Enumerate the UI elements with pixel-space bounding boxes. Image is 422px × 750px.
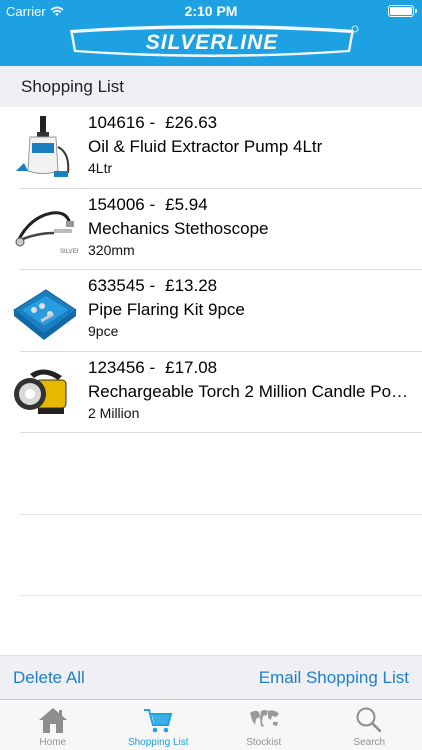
delete-all-button[interactable]: Delete All (13, 668, 85, 688)
item-detail: 2 Million (88, 404, 140, 421)
empty-row (0, 515, 422, 596)
list-item[interactable]: SILVERLINE 154006 - £5.94 Mechanics Steth… (0, 189, 422, 270)
item-code: 633545 - (88, 276, 156, 295)
tab-shopping-list[interactable]: Shopping List (106, 700, 212, 750)
item-detail: 9pce (88, 323, 119, 339)
silverline-logo: SILVERLINE (70, 25, 359, 57)
item-price: £26.63 (165, 113, 218, 132)
empty-row (0, 433, 422, 515)
item-code: 154006 - (88, 194, 156, 214)
action-bar: Delete All Email Shopping List (0, 655, 422, 699)
shopping-list: 104616 - £26.63 Oil & Fluid Extractor Pum… (0, 107, 422, 596)
list-item[interactable]: 104616 - £26.63 Oil & Fluid Extractor Pum… (0, 107, 422, 189)
email-shopping-list-button[interactable]: Email Shopping List (259, 668, 409, 688)
section-header: Shopping List (0, 66, 422, 107)
torch-icon (14, 368, 67, 414)
tab-search[interactable]: Search (317, 700, 422, 750)
battery-icon (388, 5, 417, 17)
cart-icon (144, 709, 173, 733)
item-price: £5.94 (165, 194, 208, 214)
item-code: 104616 - (88, 113, 156, 132)
item-code-price: 633545 - £13.28 (88, 276, 217, 296)
flaring-kit-icon (13, 289, 77, 340)
item-name: Pipe Flaring Kit 9pce (88, 300, 245, 319)
status-time: 2:10 PM (184, 3, 238, 19)
item-code-price: 154006 - £5.94 (88, 195, 208, 215)
item-price: £17.08 (165, 357, 218, 377)
stethoscope-icon: SILVERLINE (15, 210, 78, 255)
tab-home[interactable]: Home (0, 700, 106, 750)
app-header: Carrier 2:10 PM SILVERLINE (0, 0, 422, 66)
list-item[interactable]: 123456 - £17.08 Rechargeable Torch 2 Mill… (0, 352, 422, 433)
tab-label: Stockist (246, 737, 282, 748)
item-name: Mechanics Stethoscope (88, 218, 269, 238)
item-code: 123456 - (88, 357, 156, 377)
world-map-icon (249, 710, 279, 727)
tab-stockist[interactable]: Stockist (211, 700, 317, 750)
item-name: Rechargeable Torch 2 Million Candle Powe… (88, 381, 410, 401)
item-detail: 4Ltr (88, 160, 113, 176)
extractor-pump-icon (16, 116, 70, 177)
tab-label: Shopping List (127, 737, 189, 748)
search-icon (356, 707, 382, 733)
svg-text:SILVERLINE: SILVERLINE (60, 249, 78, 255)
item-code-price: 123456 - £17.08 (88, 358, 217, 378)
item-detail: 320mm (88, 241, 135, 258)
home-icon (38, 708, 67, 733)
svg-text:SILVERLINE: SILVERLINE (146, 31, 279, 54)
item-name: Oil & Fluid Extractor Pump 4Ltr (88, 137, 323, 156)
item-price: £13.28 (165, 276, 218, 295)
tab-bar: Home Shopping List Stockist Search (0, 699, 422, 750)
list-item[interactable]: 633545 - £13.28 Pipe Flaring Kit 9pce 9pc… (0, 270, 422, 352)
section-title: Shopping List (21, 77, 125, 96)
row-divider (20, 595, 422, 596)
tab-label: Home (39, 737, 67, 748)
item-code-price: 104616 - £26.63 (88, 113, 217, 133)
tab-label: Search (353, 737, 386, 748)
status-bar: Carrier 2:10 PM (0, 0, 422, 22)
